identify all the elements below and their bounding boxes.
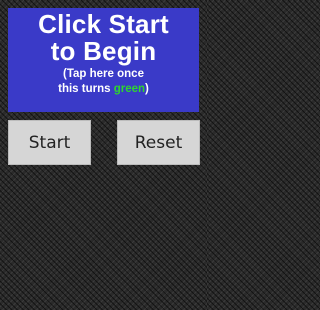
banner-hint-line2: this turns green) [8,82,199,97]
banner-headline-line1: Click Start [38,9,169,39]
banner-hint-suffix: ) [145,83,149,95]
banner-hint-prefix: this turns [58,83,114,95]
banner-hint-color-word: green [113,83,146,95]
banner-headline: Click Start to Begin [8,8,199,65]
banner-hint: (Tap here once this turns green) [8,67,199,97]
banner-headline-line2: to Begin [50,36,157,66]
banner-hint-line1: (Tap here once [63,68,144,80]
reset-button[interactable]: Reset [117,120,200,165]
start-button[interactable]: Start [8,120,91,165]
tap-target-banner[interactable]: Click Start to Begin (Tap here once this… [8,8,199,112]
